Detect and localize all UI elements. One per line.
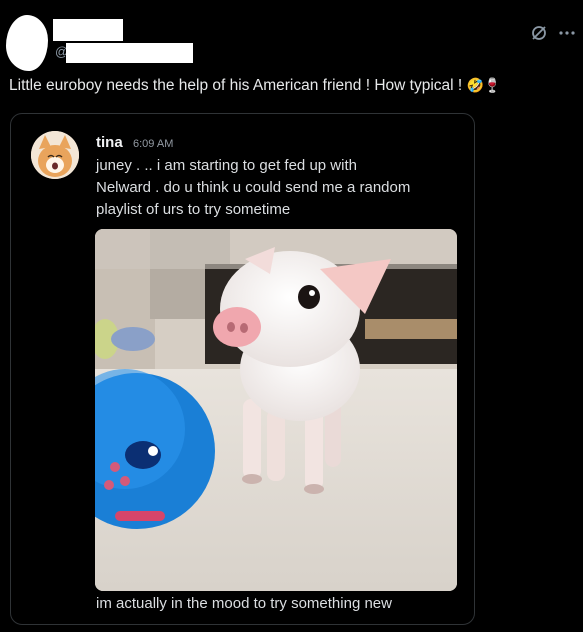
message-line-2: Nelward . do u think u could send me a r… — [96, 179, 411, 196]
message-footer: im actually in the mood to try something… — [96, 595, 392, 612]
tina-avatar[interactable] — [31, 131, 79, 179]
post-text: Little euroboy needs the help of his Ame… — [9, 77, 579, 95]
message-timestamp: 6:09 AM — [133, 138, 174, 150]
message-line-1: juney . .. i am starting to get fed up w… — [96, 157, 357, 174]
message-author[interactable]: tina — [96, 134, 123, 151]
post-text-body: Little euroboy needs the help of his Ame… — [9, 77, 467, 94]
piglet-photo[interactable] — [95, 229, 457, 591]
author-name-redacted[interactable] — [53, 19, 123, 41]
grok-icon[interactable] — [528, 22, 550, 44]
message-line-3: playlist of urs to try sometime — [96, 201, 291, 218]
post-emojis: 🤣🍷 — [466, 78, 502, 94]
more-icon[interactable] — [556, 22, 578, 44]
embedded-message-card[interactable]: tina 6:09 AM juney . .. i am starting to… — [10, 113, 475, 625]
author-avatar-redacted[interactable] — [6, 15, 48, 71]
author-handle-redacted[interactable] — [66, 43, 193, 63]
